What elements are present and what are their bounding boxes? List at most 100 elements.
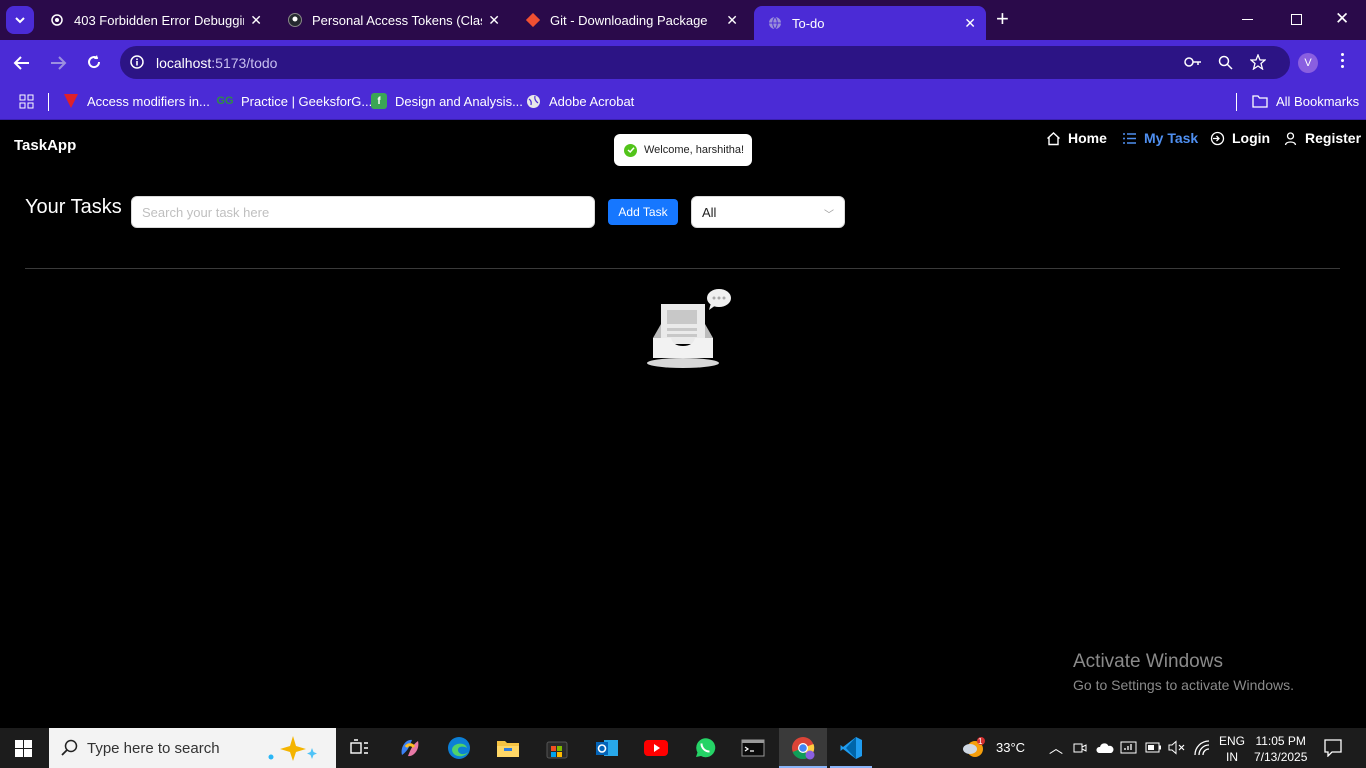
vscode-icon[interactable] <box>839 736 863 760</box>
language-indicator[interactable]: ENG IN <box>1219 733 1245 765</box>
bookmark-item[interactable]: Adobe Acrobat <box>525 93 634 109</box>
nav-home[interactable]: Home <box>1046 130 1107 146</box>
copilot-icon[interactable] <box>398 736 422 760</box>
task-view-icon[interactable] <box>348 736 372 760</box>
tab-close-icon[interactable]: ✕ <box>726 12 738 29</box>
youtube-icon[interactable] <box>644 736 668 760</box>
edge-browser-icon[interactable] <box>447 736 471 760</box>
tab-title: Git - Downloading Package <box>550 12 708 28</box>
microsoft-store-icon[interactable] <box>545 736 569 760</box>
filter-value: All <box>702 204 717 220</box>
tab-search-button[interactable] <box>6 6 34 34</box>
new-tab-button[interactable]: + <box>996 8 1016 32</box>
back-arrow-icon[interactable] <box>13 55 31 71</box>
globe-icon <box>768 16 782 30</box>
welcome-toast: Welcome, harshitha! <box>614 134 752 166</box>
nav-my-task[interactable]: My Task <box>1122 130 1198 146</box>
zoom-icon[interactable] <box>1218 55 1233 70</box>
url-host: localhost <box>156 54 212 71</box>
section-divider <box>25 268 1340 269</box>
nav-register-label: Register <box>1305 130 1362 146</box>
nav-register[interactable]: Register <box>1283 130 1361 146</box>
geeksforgeeks-icon: GG <box>216 95 234 107</box>
bookmark-label: Access modifiers in... <box>87 93 210 109</box>
all-bookmarks-button[interactable]: All Bookmarks <box>1252 93 1359 109</box>
weather-temperature[interactable]: 33°C <box>996 740 1025 755</box>
password-key-icon[interactable] <box>1184 55 1202 69</box>
address-bar[interactable]: localhost:5173/todo <box>120 46 1290 79</box>
tab-title: Personal Access Tokens (Classic) <box>312 12 482 28</box>
bookmark-label: Design and Analysis... <box>395 93 523 109</box>
nav-login[interactable]: Login <box>1210 130 1270 146</box>
site-info-icon[interactable] <box>130 55 144 69</box>
empty-inbox-icon <box>647 289 731 368</box>
clock[interactable]: 11:05 PM 7/13/2025 <box>1254 733 1307 765</box>
tab-title: 403 Forbidden Error Debugging <box>74 12 244 28</box>
tab-close-icon[interactable]: ✕ <box>964 15 976 32</box>
windows-start-icon[interactable] <box>15 740 32 757</box>
copilot-sparkle-icon[interactable] <box>263 734 325 762</box>
meet-now-icon[interactable] <box>1073 741 1087 755</box>
language-code: ENG <box>1219 734 1246 748</box>
clock-time: 11:05 PM <box>1255 734 1306 748</box>
bookmark-star-icon[interactable] <box>1250 54 1266 70</box>
tab-title: To-do <box>792 15 825 31</box>
toast-message: Welcome, harshitha! <box>644 144 745 156</box>
volume-muted-icon[interactable] <box>1168 740 1185 755</box>
globe-icon <box>525 93 541 109</box>
terminal-icon[interactable] <box>741 736 765 760</box>
browser-menu-icon[interactable] <box>1341 53 1345 71</box>
browser-tab-strip: 403 Forbidden Error Debugging ✕ Personal… <box>0 0 1366 40</box>
add-task-button[interactable]: Add Task <box>608 199 678 225</box>
nav-login-label: Login <box>1232 130 1271 146</box>
bookmark-item[interactable]: Access modifiers in... <box>63 93 210 109</box>
github-icon <box>288 13 302 27</box>
url-path: :5173/todo <box>211 54 278 71</box>
v-logo-icon <box>63 93 79 109</box>
restore-window-icon[interactable] <box>1291 14 1302 25</box>
profile-avatar[interactable]: V <box>1298 53 1318 73</box>
onedrive-icon[interactable] <box>1096 742 1114 754</box>
chrome-icon[interactable] <box>791 736 815 760</box>
taskbar-search-box[interactable]: Type here to search <box>49 728 336 768</box>
whatsapp-icon[interactable] <box>693 736 717 760</box>
bookmark-item[interactable]: GG Practice | GeeksforG... <box>216 93 372 109</box>
list-icon <box>1123 132 1136 144</box>
tab-close-icon[interactable]: ✕ <box>250 12 262 29</box>
minimize-window-icon[interactable] <box>1242 19 1253 20</box>
search-icon <box>61 739 78 756</box>
browser-toolbar: localhost:5173/todo V <box>0 40 1366 85</box>
all-bookmarks-label: All Bookmarks <box>1276 93 1360 109</box>
tab-close-icon[interactable]: ✕ <box>488 12 500 29</box>
bookmarks-bar: Access modifiers in... GG Practice | Gee… <box>0 85 1366 120</box>
task-search-input[interactable] <box>131 196 595 228</box>
f-logo-icon: f <box>371 93 387 109</box>
status-filter-select[interactable]: All ﹀ <box>691 196 845 228</box>
activate-windows-subtitle: Go to Settings to activate Windows. <box>1073 677 1294 693</box>
chatgpt-icon <box>50 13 64 27</box>
show-hidden-icons-icon[interactable]: ︿ <box>1049 738 1063 758</box>
wifi-icon[interactable] <box>1194 740 1210 756</box>
chevron-down-icon: ﹀ <box>824 210 834 221</box>
todo-app: TaskApp Home My Task Login Register Welc… <box>0 121 1366 728</box>
check-circle-icon <box>624 143 637 157</box>
app-brand[interactable]: TaskApp <box>14 137 76 154</box>
notifications-icon[interactable] <box>1324 739 1342 757</box>
network-alert-icon[interactable] <box>1120 740 1137 755</box>
reload-icon[interactable] <box>86 54 102 70</box>
outlook-icon[interactable] <box>595 736 619 760</box>
forward-arrow-icon[interactable] <box>49 55 67 71</box>
browser-tab[interactable]: Git - Downloading Package ✕ <box>512 6 748 34</box>
browser-tab-active[interactable]: To-do ✕ <box>754 6 986 40</box>
bookmark-item[interactable]: f Design and Analysis... <box>371 93 523 109</box>
file-explorer-icon[interactable] <box>496 736 520 760</box>
bookmarks-divider <box>1236 93 1237 111</box>
browser-tab[interactable]: Personal Access Tokens (Classic) ✕ <box>274 6 510 34</box>
battery-icon[interactable] <box>1145 742 1162 753</box>
browser-tab[interactable]: 403 Forbidden Error Debugging ✕ <box>36 6 272 34</box>
bookmark-label: Adobe Acrobat <box>549 93 635 109</box>
close-window-icon[interactable]: ✕ <box>1335 9 1349 29</box>
apps-grid-icon[interactable] <box>19 94 34 109</box>
user-icon <box>1284 131 1297 145</box>
weather-alert-badge: 1 <box>978 737 983 746</box>
